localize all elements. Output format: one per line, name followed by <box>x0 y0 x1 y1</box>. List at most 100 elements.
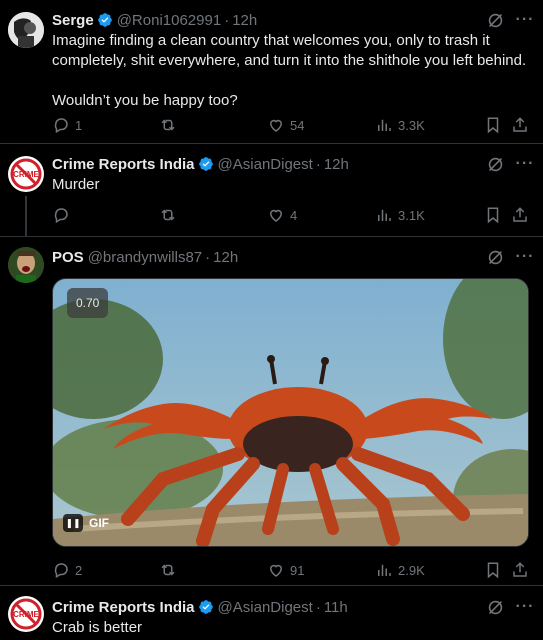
bookmark-button[interactable] <box>484 115 502 135</box>
reply-icon <box>54 563 68 579</box>
author-handle[interactable]: @Roni1062991 <box>117 12 221 29</box>
tweet-header: Crime Reports India @AsianDigest · 12h <box>52 154 535 174</box>
gif-media[interactable]: 0.70 ❚❚ GIF <box>52 278 529 547</box>
no-crime-logo: CRIME <box>9 157 43 191</box>
bookmark-icon <box>487 117 499 134</box>
heart-icon <box>269 119 283 132</box>
more-options-icon[interactable]: ··· <box>515 247 535 267</box>
bookmark-button[interactable] <box>484 205 502 225</box>
share-button[interactable] <box>511 560 529 580</box>
views-button[interactable]: 3.1K <box>375 205 425 225</box>
reply-icon <box>54 208 68 224</box>
heart-icon <box>269 209 283 222</box>
reply-count: 2 <box>75 562 83 578</box>
avatar-pos[interactable] <box>8 247 44 283</box>
views-button[interactable]: 2.9K <box>375 560 425 580</box>
separator-dot: · <box>315 155 321 173</box>
no-crime-logo: CRIME <box>9 597 43 631</box>
share-button[interactable] <box>511 205 529 225</box>
separator-dot: · <box>315 598 321 616</box>
tweet-header-icons: ··· <box>485 597 535 617</box>
author-handle[interactable]: @brandynwills87 <box>88 249 202 266</box>
tweet-serge[interactable]: Serge @Roni1062991 · 12h ··· Imagine fin… <box>0 0 543 143</box>
pause-icon[interactable]: ❚❚ <box>63 514 83 532</box>
tweet-text: Imagine finding a clean country that wel… <box>52 31 529 111</box>
author-handle[interactable]: @AsianDigest <box>218 599 313 616</box>
views-button[interactable]: 3.3K <box>375 115 425 135</box>
tweet-text-line: completely, shit everywhere, and turn it… <box>52 52 527 69</box>
author-handle[interactable]: @AsianDigest <box>218 156 313 173</box>
grok-icon[interactable] <box>485 154 505 174</box>
tweet-header-icons: ··· <box>485 247 535 267</box>
bookmark-button[interactable] <box>484 560 502 580</box>
repost-icon <box>161 119 175 131</box>
author-name[interactable]: Crime Reports India <box>52 156 195 173</box>
grok-icon[interactable] <box>485 10 505 30</box>
author-name[interactable]: Serge <box>52 12 94 29</box>
author-name[interactable]: POS <box>52 249 84 266</box>
share-button[interactable] <box>511 115 529 135</box>
bookmark-icon <box>487 562 499 579</box>
gif-controls: ❚❚ GIF <box>63 514 109 532</box>
tweet-header-icons: ··· <box>485 10 535 30</box>
share-icon <box>513 562 527 577</box>
reply-button[interactable]: 2 <box>52 560 82 580</box>
crab-gif-image <box>53 279 528 546</box>
share-icon <box>513 207 527 222</box>
timestamp[interactable]: 12h <box>232 12 257 29</box>
tweet-text: Murder <box>52 176 100 193</box>
timestamp[interactable]: 12h <box>213 249 238 266</box>
verified-badge-icon <box>198 157 213 171</box>
reply-icon <box>54 118 68 134</box>
analytics-icon <box>378 119 391 131</box>
like-button[interactable]: 91 <box>267 560 304 580</box>
heart-icon <box>269 564 283 577</box>
tweet-text-line: Wouldn’t you be happy too? <box>52 92 238 109</box>
avatar-serge[interactable] <box>8 12 44 48</box>
like-button[interactable]: 4 <box>267 205 297 225</box>
tweet-text-spacer <box>52 71 529 91</box>
grok-icon[interactable] <box>485 597 505 617</box>
view-count: 2.9K <box>398 562 425 578</box>
verified-badge-icon <box>97 13 112 27</box>
bookmark-icon <box>487 207 499 224</box>
like-count: 4 <box>290 207 298 223</box>
more-options-icon[interactable]: ··· <box>515 597 535 617</box>
verified-badge-icon <box>198 600 213 614</box>
tweet-crime-reports-2[interactable]: CRIME Crime Reports India @AsianDigest ·… <box>0 586 543 640</box>
grok-icon[interactable] <box>485 247 505 267</box>
tweet-actions: 1 54 3.3K <box>52 115 535 135</box>
author-name[interactable]: Crime Reports India <box>52 599 195 616</box>
repost-button[interactable] <box>159 205 182 225</box>
tweet-actions: 4 3.1K <box>52 205 535 225</box>
tweet-actions: 2 91 2.9K <box>52 560 535 580</box>
avatar-image <box>8 247 44 283</box>
view-count: 3.1K <box>398 207 425 223</box>
thread-line <box>25 196 27 236</box>
more-options-icon[interactable]: ··· <box>515 154 535 174</box>
like-button[interactable]: 54 <box>267 115 304 135</box>
tweet-header: POS @brandynwills87 · 12h <box>52 247 535 267</box>
avatar-image <box>8 12 44 48</box>
like-count: 54 <box>290 117 305 133</box>
tweet-text: Crab is better <box>52 619 143 636</box>
avatar-crime-reports[interactable]: CRIME <box>8 596 44 632</box>
tweet-crime-reports-1[interactable]: CRIME Crime Reports India @AsianDigest ·… <box>0 144 543 236</box>
like-count: 91 <box>290 562 305 578</box>
repost-button[interactable] <box>159 560 182 580</box>
gif-label: GIF <box>89 516 109 530</box>
timestamp[interactable]: 12h <box>324 156 349 173</box>
reply-button[interactable]: 1 <box>52 115 82 135</box>
repost-button[interactable] <box>159 115 182 135</box>
reply-button[interactable] <box>52 205 75 225</box>
more-options-icon[interactable]: ··· <box>515 10 535 30</box>
analytics-icon <box>378 564 391 576</box>
share-icon <box>513 117 527 132</box>
repost-icon <box>161 564 175 576</box>
avatar-crime-reports[interactable]: CRIME <box>8 156 44 192</box>
avatar-crime-text: CRIME <box>13 170 39 179</box>
playback-speed-badge: 0.70 <box>67 288 109 318</box>
timestamp[interactable]: 11h <box>324 599 348 616</box>
analytics-icon <box>378 209 391 221</box>
separator-dot: · <box>205 248 211 266</box>
